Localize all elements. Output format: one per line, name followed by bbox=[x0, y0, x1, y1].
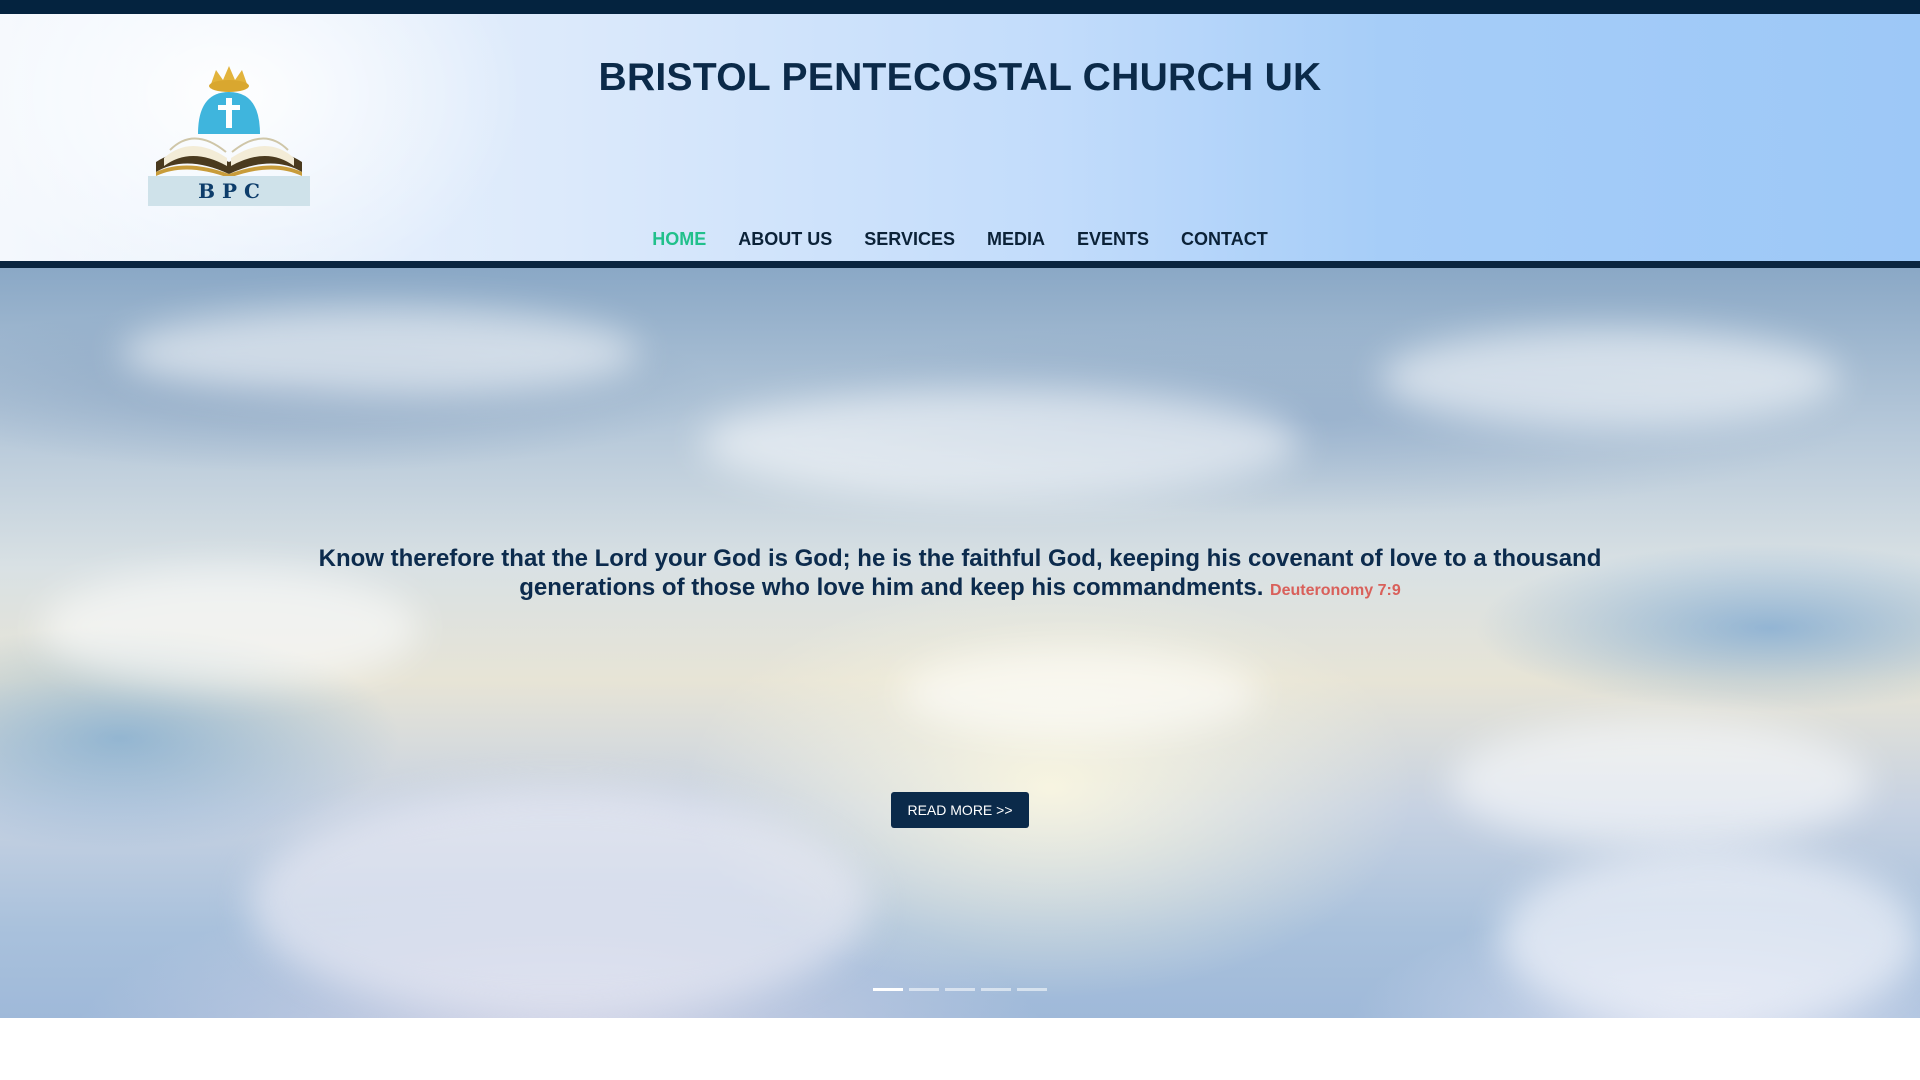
main-nav: HOME ABOUT US SERVICES MEDIA EVENTS CONT… bbox=[0, 226, 1920, 252]
nav-item-about-us[interactable]: ABOUT US bbox=[722, 226, 848, 252]
cloud-shape bbox=[120, 308, 640, 398]
cloud-shape bbox=[700, 388, 1300, 498]
hero-slider: Know therefore that the Lord your God is… bbox=[0, 268, 1920, 1018]
cloud-shape bbox=[900, 648, 1260, 738]
slide-indicator-5[interactable] bbox=[1017, 988, 1047, 991]
site-title: BRISTOL PENTECOSTAL CHURCH UK bbox=[598, 56, 1322, 99]
nav-item-home[interactable]: HOME bbox=[636, 226, 722, 252]
nav-item-events[interactable]: EVENTS bbox=[1061, 226, 1165, 252]
cloud-shape bbox=[1500, 848, 1920, 1018]
verse-reference: Deuteronomy 7:9 bbox=[1270, 582, 1401, 599]
cloud-shape bbox=[1380, 328, 1840, 428]
read-more-button[interactable]: READ MORE >> bbox=[891, 792, 1029, 828]
nav-item-contact[interactable]: CONTACT bbox=[1165, 226, 1284, 252]
top-bar bbox=[0, 0, 1920, 14]
verse-text: Know therefore that the Lord your God is… bbox=[318, 545, 1602, 601]
logo-text: B P C bbox=[198, 179, 260, 203]
header-divider bbox=[0, 261, 1920, 268]
nav-item-media[interactable]: MEDIA bbox=[971, 226, 1061, 252]
slide-indicator-3[interactable] bbox=[945, 988, 975, 991]
cloud-shape bbox=[250, 788, 870, 1018]
cloud-shape bbox=[1450, 718, 1870, 848]
cross-icon bbox=[226, 98, 232, 128]
slide-indicator-2[interactable] bbox=[909, 988, 939, 991]
nav-item-services[interactable]: SERVICES bbox=[848, 226, 971, 252]
slide-indicator-1[interactable] bbox=[873, 988, 903, 991]
hero-verse: Know therefore that the Lord your God is… bbox=[300, 544, 1620, 605]
slide-indicator-4[interactable] bbox=[981, 988, 1011, 991]
slider-indicators bbox=[873, 988, 1047, 991]
